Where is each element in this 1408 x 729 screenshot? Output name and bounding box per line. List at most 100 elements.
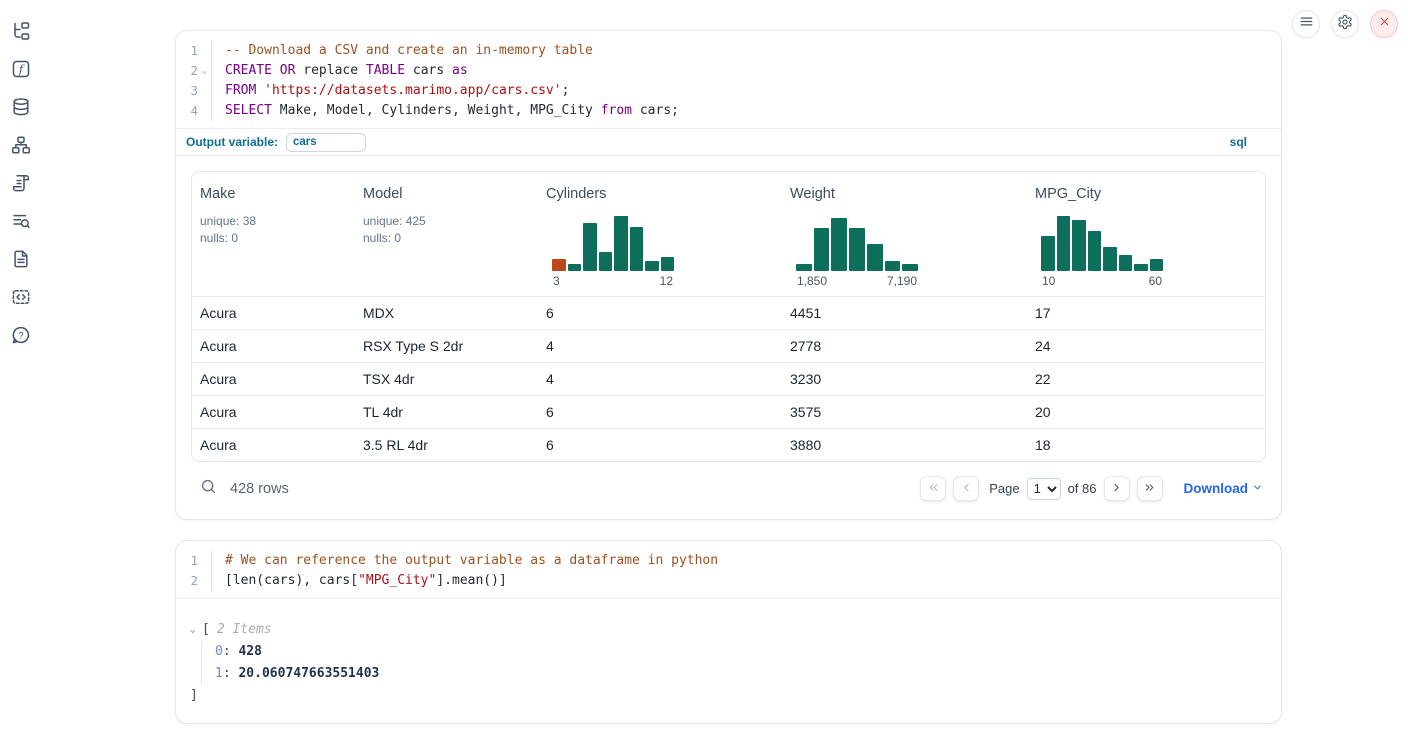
column-name: Weight: [790, 186, 1019, 202]
sql-code-editor[interactable]: 1 -- Download a CSV and create an in-memo…: [176, 31, 1281, 128]
line-number: 1: [176, 41, 198, 61]
table-row: AcuraTSX 4dr4323022: [192, 362, 1265, 395]
download-button[interactable]: Download: [1184, 481, 1264, 496]
code-text: FROM 'https://datasets.marimo.app/cars.c…: [211, 81, 569, 101]
column-header-weight[interactable]: Weight 1,8507,190: [782, 172, 1027, 296]
table-cell: 3230: [782, 371, 1027, 387]
histogram-bars: [552, 216, 674, 271]
code-text: CREATE OR replace TABLE cars as: [211, 61, 468, 81]
search-button[interactable]: [200, 478, 217, 500]
prev-page-button[interactable]: [953, 476, 979, 501]
table-cell: 4: [538, 371, 782, 387]
chevron-left-icon: [960, 481, 973, 497]
menu-button[interactable]: [1292, 10, 1320, 38]
code-line: 1 # We can reference the output variable …: [176, 551, 1281, 571]
tree-items: 0: 4281: 20.060747663551403: [201, 641, 1281, 685]
histogram-bar: [814, 228, 830, 271]
table-cell: 6: [538, 305, 782, 321]
page-label: Page: [989, 481, 1019, 496]
histogram-axis-labels: 1060: [1041, 274, 1163, 288]
code-text: -- Download a CSV and create an in-memor…: [211, 41, 593, 61]
histogram-bars: [796, 216, 918, 271]
table-cell: 17: [1027, 305, 1265, 321]
line-number: 3: [176, 81, 198, 101]
column-header-model[interactable]: Modelunique: 425nulls: 0: [355, 172, 538, 296]
column-header-mpg_city[interactable]: MPG_City1060: [1027, 172, 1265, 296]
help-icon: ?: [11, 325, 31, 350]
column-header-make[interactable]: Makeunique: 38nulls: 0: [192, 172, 355, 296]
language-badge: sql: [1230, 135, 1271, 149]
sidebar-functions-button[interactable]: f: [10, 60, 32, 82]
table-cell: 18: [1027, 437, 1265, 453]
tree-close-bracket: ]: [190, 685, 1281, 707]
histogram-bar: [599, 252, 613, 271]
table-cell: Acura: [192, 338, 355, 354]
dependency-graph-icon: [11, 135, 31, 160]
download-label: Download: [1184, 481, 1249, 496]
sidebar-help-button[interactable]: ?: [10, 326, 32, 348]
table-cell: 6: [538, 437, 782, 453]
pagination: Page 1 of 86 Download: [920, 476, 1263, 501]
table-cell: 3575: [782, 404, 1027, 420]
tree-header: ⌄ [ 2 Items: [190, 619, 1281, 641]
histogram-bar: [568, 264, 582, 271]
python-cell: 1 # We can reference the output variable …: [175, 540, 1282, 724]
sidebar-scratchpad-button[interactable]: [10, 174, 32, 196]
column-histogram: 312: [552, 216, 674, 288]
sidebar-snippets-button[interactable]: [10, 288, 32, 310]
page-select[interactable]: 1: [1027, 478, 1061, 500]
notebook: 1 -- Download a CSV and create an in-memo…: [175, 30, 1282, 724]
data-table: Makeunique: 38nulls: 0Modelunique: 425nu…: [191, 171, 1266, 462]
scratchpad-icon: [11, 173, 31, 198]
shutdown-button[interactable]: [1370, 10, 1398, 38]
table-cell: TL 4dr: [355, 404, 538, 420]
datasources-icon: [11, 97, 31, 122]
histogram-bar: [614, 216, 628, 271]
file-tree-icon: [11, 21, 31, 46]
page-total-label: of 86: [1068, 481, 1097, 496]
output-variable-label: Output variable:: [186, 135, 278, 149]
histogram-bar: [1103, 247, 1117, 271]
histogram-bars: [1041, 216, 1163, 271]
histogram-bar: [867, 244, 883, 272]
table-footer: 428 rows Page 1 of 86: [176, 462, 1281, 519]
next-page-button[interactable]: [1104, 476, 1130, 501]
histogram-bar: [796, 264, 812, 271]
table-header-row: Makeunique: 38nulls: 0Modelunique: 425nu…: [192, 172, 1265, 296]
python-code-editor[interactable]: 1 # We can reference the output variable …: [176, 541, 1281, 599]
line-number: 1: [176, 551, 198, 571]
code-line: 3 FROM 'https://datasets.marimo.app/cars.…: [176, 81, 1281, 101]
sidebar-logs-button[interactable]: [10, 212, 32, 234]
first-page-button[interactable]: [920, 476, 946, 501]
fold-toggle-icon[interactable]: ⌄: [198, 61, 211, 81]
topbar: [1292, 10, 1398, 38]
table-cell: 22: [1027, 371, 1265, 387]
sidebar-panel-icons: f?: [0, 14, 42, 348]
last-page-button[interactable]: [1137, 476, 1163, 501]
line-number: 2: [176, 61, 198, 81]
table-row: Acura3.5 RL 4dr6388018: [192, 428, 1265, 461]
histogram-bar: [1057, 216, 1071, 271]
table-cell: MDX: [355, 305, 538, 321]
histogram-bar: [1088, 231, 1102, 271]
histogram-bar: [1041, 236, 1055, 271]
sidebar-datasources-button[interactable]: [10, 98, 32, 120]
output-variable-row: Output variable: sql: [176, 128, 1281, 156]
chevrons-left-icon: [927, 481, 940, 497]
histogram-bar: [583, 223, 597, 271]
table-row: AcuraRSX Type S 2dr4277824: [192, 329, 1265, 362]
svg-text:f: f: [18, 62, 25, 76]
column-header-cylinders[interactable]: Cylinders312: [538, 172, 782, 296]
tree-collapse-icon[interactable]: ⌄: [190, 619, 202, 641]
histogram-axis-labels: 1,8507,190: [796, 274, 918, 288]
sql-cell: 1 -- Download a CSV and create an in-memo…: [175, 30, 1282, 520]
histogram-bar: [902, 264, 918, 271]
code-text: SELECT Make, Model, Cylinders, Weight, M…: [211, 101, 679, 121]
sidebar-documentation-button[interactable]: [10, 250, 32, 272]
sidebar-dependency-graph-button[interactable]: [10, 136, 32, 158]
output-variable-input[interactable]: [286, 133, 366, 152]
settings-button[interactable]: [1331, 10, 1359, 38]
histogram-bar: [1150, 259, 1164, 271]
sidebar-file-tree-button[interactable]: [10, 22, 32, 44]
code-text: # We can reference the output variable a…: [211, 551, 718, 571]
